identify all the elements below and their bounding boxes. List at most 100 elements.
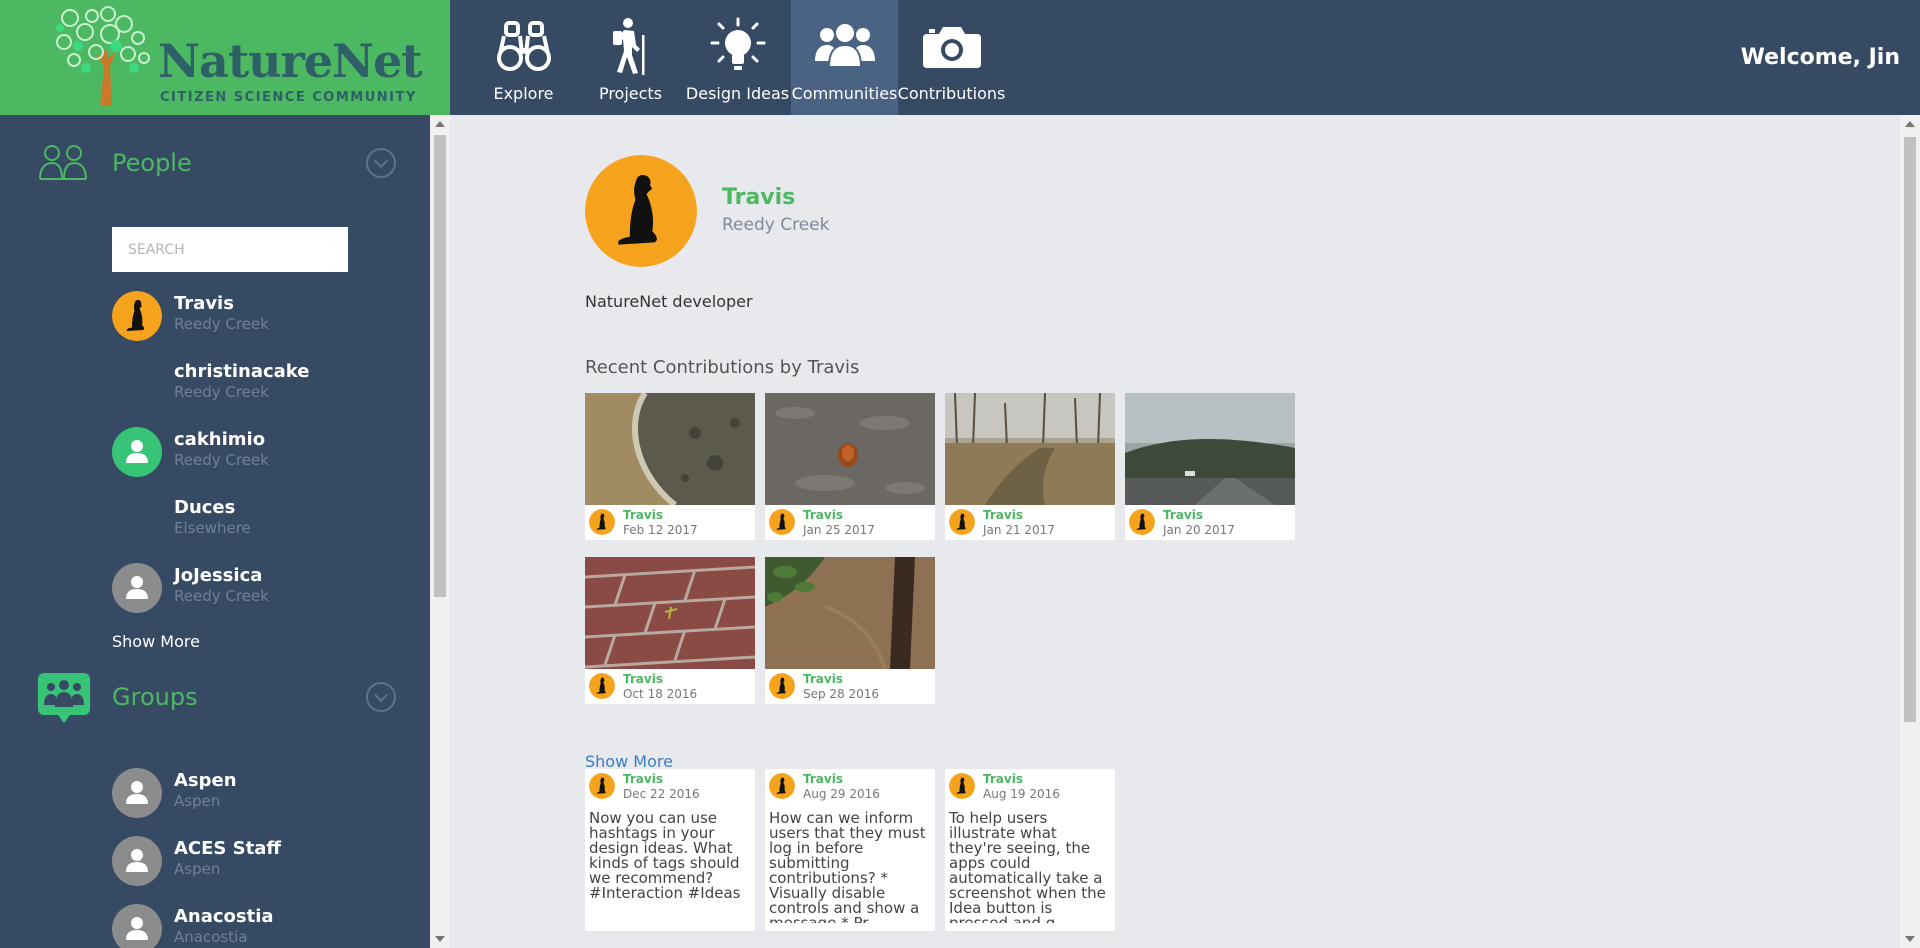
contribution-date: Jan 25 2017 — [803, 523, 875, 537]
contribution-date: Jan 20 2017 — [1163, 523, 1235, 537]
idea-date: Aug 29 2016 — [803, 787, 880, 801]
person-name: christinacake — [174, 361, 310, 382]
scroll-up-arrow-icon[interactable] — [435, 121, 445, 127]
person-location: Reedy Creek — [174, 587, 269, 605]
sidebar-scroll-thumb[interactable] — [434, 135, 446, 597]
group-name: Aspen — [174, 770, 237, 791]
nav-explore[interactable]: Explore — [470, 0, 577, 115]
contribution-card[interactable]: Travis Oct 18 2016 — [585, 557, 755, 704]
avatar — [112, 563, 162, 613]
contribution-card[interactable]: Travis Sep 28 2016 — [765, 557, 935, 704]
person-item[interactable]: cakhimio Reedy Creek — [112, 424, 412, 484]
nav-label: Design Ideas — [685, 84, 790, 103]
people-icon — [812, 16, 878, 76]
contribution-date: Jan 21 2017 — [983, 523, 1055, 537]
group-name: ACES Staff — [174, 838, 281, 859]
idea-text: Now you can use hashtags in your design … — [589, 811, 741, 902]
contribution-date: Sep 28 2016 — [803, 687, 880, 701]
people-search-input[interactable] — [112, 227, 348, 272]
nav-communities[interactable]: Communities — [791, 0, 898, 115]
contribution-author: Travis — [983, 508, 1023, 522]
contribution-author: Travis — [623, 672, 663, 686]
top-header: NatureNet CITIZEN SCIENCE COMMUNITY Expl… — [0, 0, 1920, 115]
group-item[interactable]: Anacostia Anacostia — [112, 901, 412, 948]
author-avatar — [769, 673, 795, 699]
scroll-down-arrow-icon[interactable] — [435, 936, 445, 942]
contribution-photo — [1125, 393, 1295, 505]
contribution-author: Travis — [803, 508, 843, 522]
sidebar: People Travis Reedy Creek christinacake … — [0, 115, 430, 948]
welcome-message[interactable]: Welcome, Jin — [1741, 45, 1900, 70]
person-name: JoJessica — [174, 565, 263, 586]
main-nav: Explore Projects Design Ideas Communitie… — [470, 0, 1005, 115]
idea-author: Travis — [623, 772, 663, 786]
nav-label: Contributions — [897, 84, 1006, 103]
design-idea-card[interactable]: Travis Aug 19 2016 To help users illustr… — [945, 769, 1115, 931]
person-location: Reedy Creek — [174, 451, 269, 469]
nav-contributions[interactable]: Contributions — [898, 0, 1005, 115]
people-outline-icon — [39, 145, 87, 180]
avatar — [112, 836, 162, 886]
author-avatar — [589, 673, 615, 699]
design-idea-card[interactable]: Travis Dec 22 2016 Now you can use hasht… — [585, 769, 755, 931]
profile-bio: NatureNet developer — [585, 292, 753, 311]
nav-design-ideas[interactable]: Design Ideas — [684, 0, 791, 115]
group-location: Aspen — [174, 792, 221, 810]
tree-logo-icon — [56, 6, 150, 106]
contribution-author: Travis — [803, 672, 843, 686]
contribution-author: Travis — [623, 508, 663, 522]
nav-label: Communities — [791, 84, 898, 103]
person-item[interactable]: JoJessica Reedy Creek — [112, 560, 412, 620]
lightbulb-icon — [705, 16, 771, 76]
author-avatar — [769, 509, 795, 535]
author-avatar — [949, 773, 975, 799]
author-avatar — [949, 509, 975, 535]
people-collapse-toggle[interactable] — [366, 148, 396, 178]
contribution-card[interactable]: Travis Jan 21 2017 — [945, 393, 1115, 540]
groups-chat-icon — [38, 673, 90, 723]
person-item[interactable]: Travis Reedy Creek — [112, 288, 412, 348]
design-idea-card[interactable]: Travis Aug 29 2016 How can we inform use… — [765, 769, 935, 931]
avatar — [112, 291, 162, 341]
contribution-card[interactable]: Travis Jan 25 2017 — [765, 393, 935, 540]
person-name: Duces — [174, 497, 236, 518]
recent-contributions-title: Recent Contributions by Travis — [585, 357, 860, 378]
nav-projects[interactable]: Projects — [577, 0, 684, 115]
groups-collapse-toggle[interactable] — [366, 682, 396, 712]
idea-author: Travis — [983, 772, 1023, 786]
profile-avatar — [585, 155, 697, 267]
brand-logo[interactable]: NatureNet CITIZEN SCIENCE COMMUNITY — [0, 0, 450, 115]
group-location: Aspen — [174, 860, 221, 878]
profile-location: Reedy Creek — [722, 215, 830, 235]
binoculars-icon — [491, 16, 557, 76]
sidebar-scrollbar[interactable] — [430, 115, 450, 948]
avatar — [112, 904, 162, 948]
group-name: Anacostia — [174, 906, 274, 927]
person-location: Reedy Creek — [174, 383, 269, 401]
group-item[interactable]: ACES Staff Aspen — [112, 833, 412, 893]
scroll-up-arrow-icon[interactable] — [1905, 121, 1915, 127]
main-scroll-thumb[interactable] — [1904, 137, 1916, 722]
idea-text: How can we inform users that they must l… — [769, 811, 926, 923]
contribution-author: Travis — [1163, 508, 1203, 522]
groups-title: Groups — [112, 683, 198, 711]
contribution-card[interactable]: Travis Jan 20 2017 — [1125, 393, 1295, 540]
scroll-down-arrow-icon[interactable] — [1905, 936, 1915, 942]
nav-label: Explore — [493, 84, 554, 103]
profile-main: Travis Reedy Creek NatureNet developer R… — [450, 115, 1900, 948]
group-item[interactable]: Aspen Aspen — [112, 765, 412, 825]
avatar — [112, 427, 162, 477]
hiker-icon — [598, 16, 664, 76]
person-location: Elsewhere — [174, 519, 251, 537]
main-scrollbar[interactable] — [1900, 115, 1920, 948]
people-section-header[interactable]: People — [0, 135, 430, 195]
contribution-card[interactable]: Travis Feb 12 2017 — [585, 393, 755, 540]
person-item[interactable]: christinacake Reedy Creek — [112, 356, 412, 416]
author-avatar — [589, 509, 615, 535]
groups-section-header[interactable]: Groups — [0, 669, 430, 729]
person-item[interactable]: Duces Elsewhere — [112, 492, 412, 552]
people-show-more-link[interactable]: Show More — [112, 632, 200, 651]
contribution-photo — [765, 393, 935, 505]
contribution-date: Oct 18 2016 — [623, 687, 698, 701]
brand-tagline: CITIZEN SCIENCE COMMUNITY — [160, 90, 417, 105]
